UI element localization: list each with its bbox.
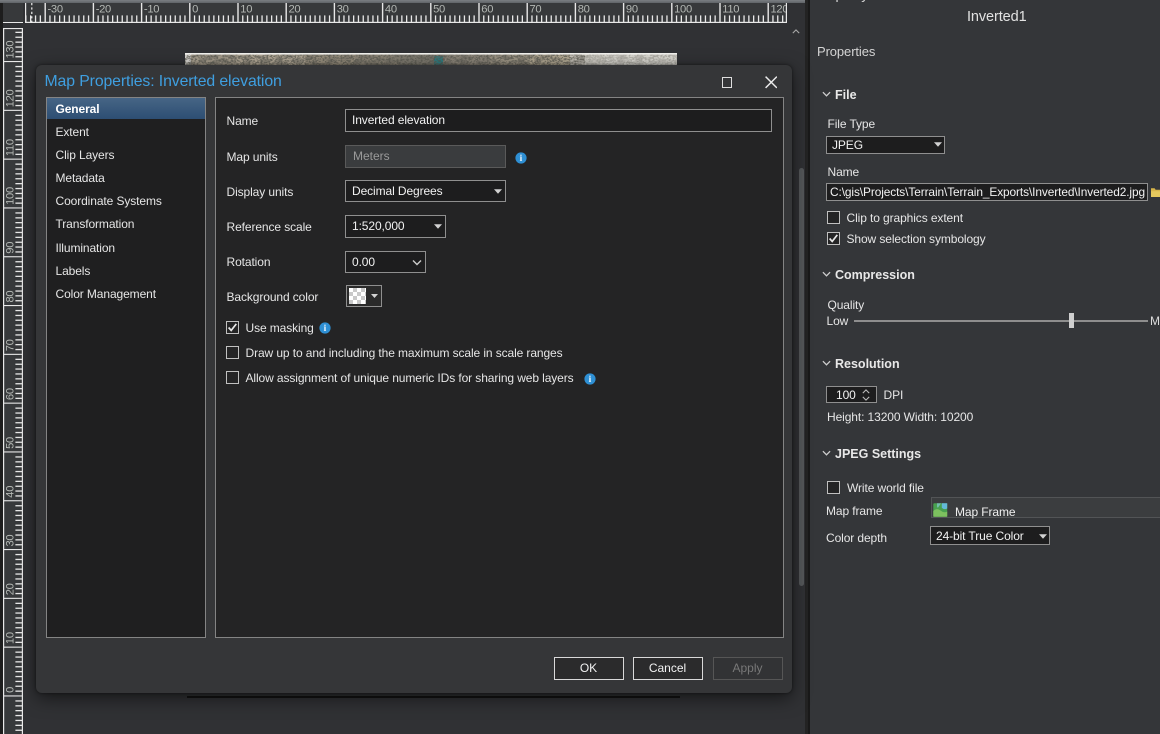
svg-text:130: 130 bbox=[5, 41, 17, 59]
svg-text:i: i bbox=[589, 375, 592, 385]
svg-text:40: 40 bbox=[5, 486, 17, 498]
svg-text:10: 10 bbox=[240, 3, 252, 15]
svg-text:80: 80 bbox=[5, 291, 17, 303]
svg-text:110: 110 bbox=[722, 3, 739, 15]
svg-text:100: 100 bbox=[674, 3, 692, 15]
svg-text:i: i bbox=[520, 154, 523, 164]
svg-text:110: 110 bbox=[5, 139, 17, 156]
svg-text:50: 50 bbox=[433, 3, 445, 15]
svg-text:20: 20 bbox=[289, 3, 301, 15]
svg-text:40: 40 bbox=[385, 3, 397, 15]
svg-text:30: 30 bbox=[337, 3, 349, 15]
svg-text:120: 120 bbox=[5, 89, 17, 107]
svg-text:10: 10 bbox=[5, 632, 17, 644]
svg-text:90: 90 bbox=[5, 242, 17, 254]
svg-text:50: 50 bbox=[5, 437, 17, 449]
svg-text:-10: -10 bbox=[144, 3, 159, 15]
svg-text:i: i bbox=[324, 324, 327, 334]
svg-text:90: 90 bbox=[626, 3, 638, 15]
svg-text:70: 70 bbox=[530, 3, 542, 15]
svg-text:-30: -30 bbox=[48, 3, 63, 15]
svg-text:70: 70 bbox=[5, 339, 17, 351]
svg-text:100: 100 bbox=[5, 187, 17, 205]
svg-text:30: 30 bbox=[5, 535, 17, 547]
svg-text:80: 80 bbox=[578, 3, 590, 15]
svg-text:20: 20 bbox=[5, 583, 17, 595]
svg-text:-20: -20 bbox=[96, 3, 111, 15]
svg-text:0: 0 bbox=[192, 3, 198, 15]
svg-text:0: 0 bbox=[5, 687, 17, 693]
svg-text:60: 60 bbox=[5, 388, 17, 400]
svg-text:60: 60 bbox=[481, 3, 493, 15]
svg-text:120: 120 bbox=[771, 3, 788, 15]
